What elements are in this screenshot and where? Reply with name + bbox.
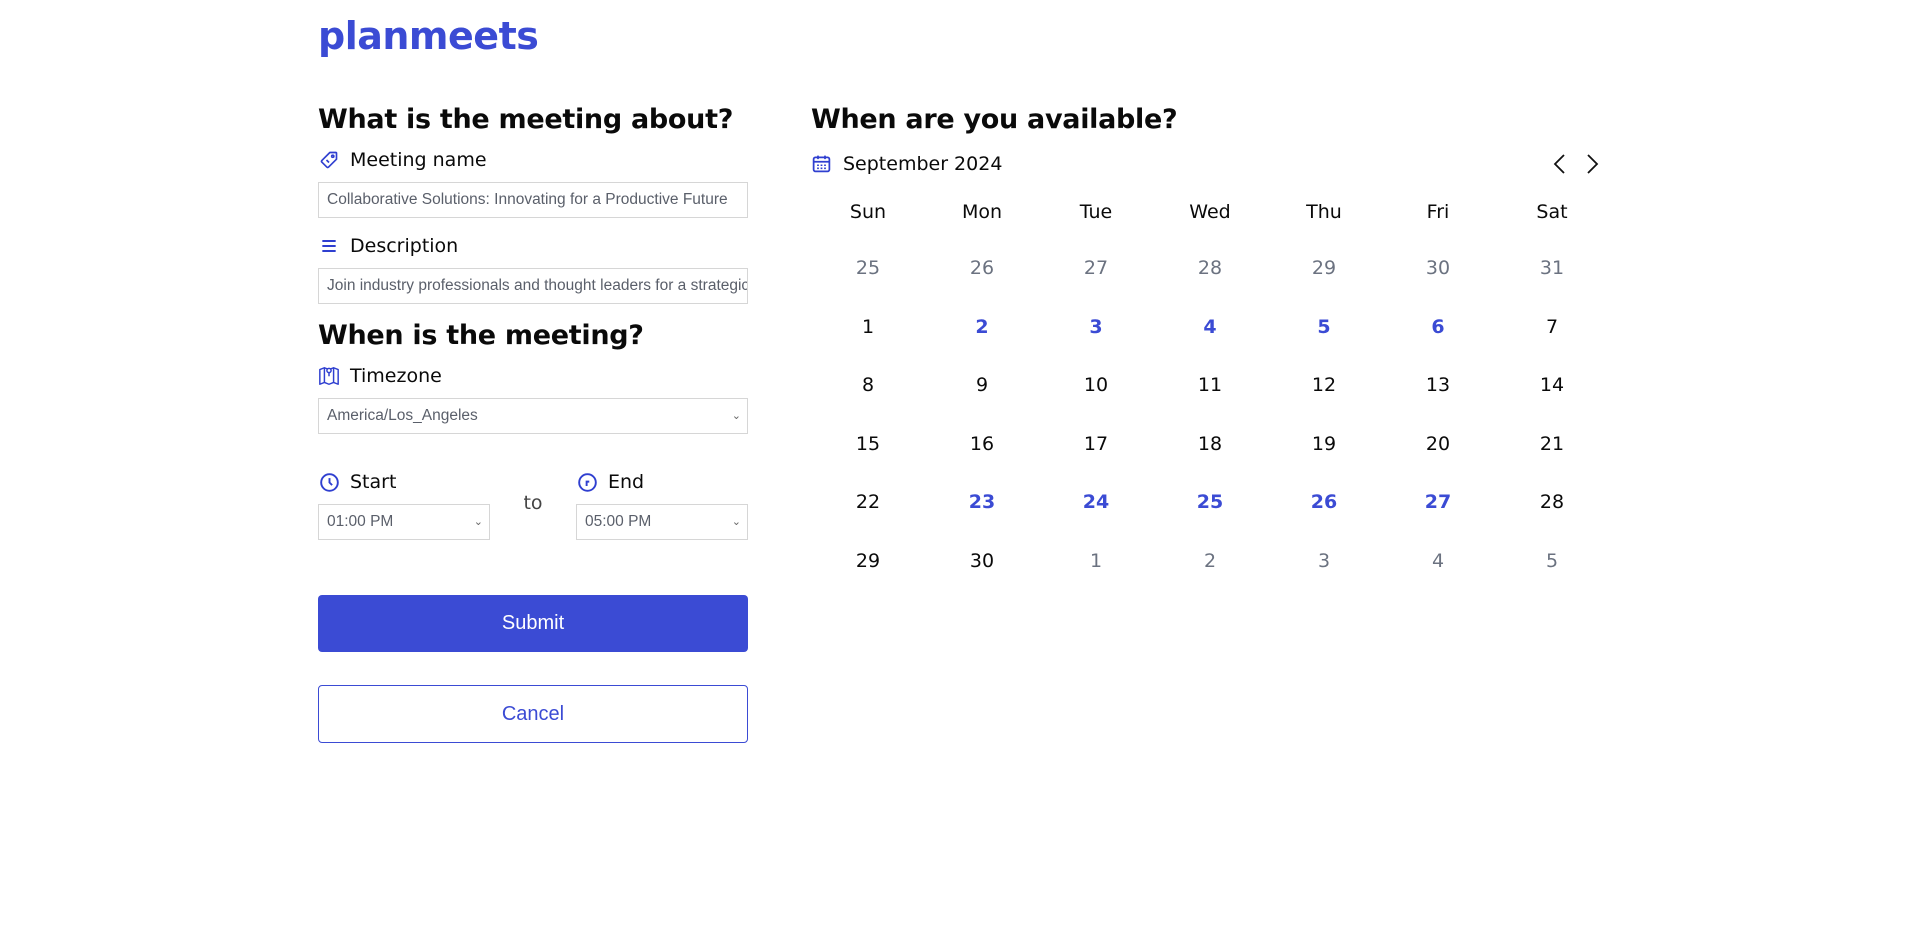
calendar-day[interactable]: 16 — [925, 424, 1039, 483]
calendar-day[interactable]: 19 — [1267, 424, 1381, 483]
calendar-day[interactable]: 8 — [811, 365, 925, 424]
description-label-text: Description — [350, 235, 459, 257]
calendar-day-outside-month[interactable]: 30 — [1381, 248, 1495, 307]
calendar-day-outside-month[interactable]: 28 — [1153, 248, 1267, 307]
submit-button[interactable]: Submit — [318, 595, 748, 652]
month-label: September 2024 — [843, 153, 1003, 175]
meeting-name-label-text: Meeting name — [350, 149, 487, 171]
timezone-label-text: Timezone — [350, 365, 442, 387]
weekday-header: Tue — [1079, 201, 1113, 223]
menu-lines-icon — [318, 235, 340, 257]
calendar-day[interactable]: 13 — [1381, 365, 1495, 424]
calendar-day[interactable]: 30 — [925, 541, 1039, 600]
clock-icon — [318, 471, 340, 493]
clock-icon — [576, 471, 598, 493]
calendar-grid: Sun Mon Tue Wed Thu Fri Sat 25 26 27 28 29 30 31 1 2 3 4 5… — [811, 196, 1606, 599]
timezone-label: Timezone — [318, 362, 748, 390]
calendar-day[interactable]: 12 — [1267, 365, 1381, 424]
time-separator: to — [523, 492, 543, 514]
calendar-day[interactable]: 7 — [1495, 307, 1609, 366]
weekday-header: Fri — [1426, 201, 1450, 223]
calendar-day-outside-month[interactable]: 31 — [1495, 248, 1609, 307]
meeting-name-label: Meeting name — [318, 146, 748, 174]
calendar-day[interactable]: 28 — [1495, 482, 1609, 541]
end-time-value: 05:00 PM — [585, 513, 652, 530]
calendar-day-selected[interactable]: 5 — [1267, 307, 1381, 366]
chevron-left-icon — [1553, 154, 1565, 174]
calendar-day[interactable]: 1 — [811, 307, 925, 366]
start-label-text: Start — [350, 471, 397, 493]
calendar-day-outside-month[interactable]: 3 — [1267, 541, 1381, 600]
calendar-day-outside-month[interactable]: 29 — [1267, 248, 1381, 307]
start-time-value: 01:00 PM — [327, 513, 394, 530]
calendar-day[interactable]: 29 — [811, 541, 925, 600]
calendar-day[interactable]: 17 — [1039, 424, 1153, 483]
availability-section-title: When are you available? — [811, 104, 1178, 135]
calendar-day-selected[interactable]: 6 — [1381, 307, 1495, 366]
month-header: September 2024 — [811, 144, 1606, 184]
calendar-day-outside-month[interactable]: 2 — [1153, 541, 1267, 600]
about-section-title: What is the meeting about? — [318, 104, 734, 135]
weekday-header: Sat — [1536, 201, 1568, 223]
calendar-day[interactable]: 20 — [1381, 424, 1495, 483]
calendar-day-outside-month[interactable]: 27 — [1039, 248, 1153, 307]
tag-icon — [318, 149, 340, 171]
weekday-header: Wed — [1189, 201, 1231, 223]
calendar-day[interactable]: 11 — [1153, 365, 1267, 424]
chevron-down-icon: ⌄ — [731, 516, 741, 528]
cancel-button[interactable]: Cancel — [318, 685, 748, 743]
calendar-day-outside-month[interactable]: 26 — [925, 248, 1039, 307]
calendar-day-selected[interactable]: 25 — [1153, 482, 1267, 541]
timezone-select[interactable]: America/Los_Angeles ⌄ — [318, 398, 748, 434]
end-time-select[interactable]: 05:00 PM ⌄ — [576, 504, 748, 540]
end-label-text: End — [608, 471, 645, 493]
description-input[interactable]: Join industry professionals and thought … — [318, 268, 748, 304]
start-time-group: Start 01:00 PM ⌄ — [318, 468, 490, 540]
calendar-day-outside-month[interactable]: 5 — [1495, 541, 1609, 600]
calendar-day[interactable]: 9 — [925, 365, 1039, 424]
calendar-day-selected[interactable]: 23 — [925, 482, 1039, 541]
weekday-header: Sun — [849, 201, 887, 223]
calendar-day[interactable]: 14 — [1495, 365, 1609, 424]
calendar-day[interactable]: 10 — [1039, 365, 1153, 424]
calendar-day[interactable]: 21 — [1495, 424, 1609, 483]
prev-month-button[interactable] — [1544, 148, 1576, 180]
calendar-day-outside-month[interactable]: 1 — [1039, 541, 1153, 600]
calendar-day-selected[interactable]: 4 — [1153, 307, 1267, 366]
start-label: Start — [318, 468, 490, 496]
timezone-value: America/Los_Angeles — [327, 407, 478, 424]
calendar-day-outside-month[interactable]: 4 — [1381, 541, 1495, 600]
chevron-down-icon: ⌄ — [731, 410, 741, 422]
meeting-name-input[interactable]: Collaborative Solutions: Innovating for … — [318, 182, 748, 218]
calendar-day-selected[interactable]: 2 — [925, 307, 1039, 366]
next-month-button[interactable] — [1576, 148, 1608, 180]
calendar-day-selected[interactable]: 26 — [1267, 482, 1381, 541]
time-range: Start 01:00 PM ⌄ to End 05:00 PM ⌄ — [318, 468, 748, 540]
calendar-day[interactable]: 18 — [1153, 424, 1267, 483]
month-nav — [1544, 148, 1608, 180]
weekday-header: Thu — [1306, 201, 1342, 223]
start-time-select[interactable]: 01:00 PM ⌄ — [318, 504, 490, 540]
calendar-day-selected[interactable]: 24 — [1039, 482, 1153, 541]
availability-panel: When are you available? September 2024 S… — [811, 104, 1606, 599]
description-label: Description — [318, 232, 748, 260]
chevron-right-icon — [1587, 154, 1599, 174]
calendar-day[interactable]: 22 — [811, 482, 925, 541]
chevron-down-icon: ⌄ — [473, 516, 483, 528]
weekday-header: Mon — [961, 201, 1003, 223]
calendar-day-outside-month[interactable]: 25 — [811, 248, 925, 307]
map-pin-icon — [318, 365, 340, 387]
meeting-form: What is the meeting about? Meeting name … — [318, 104, 748, 743]
calendar-day-selected[interactable]: 27 — [1381, 482, 1495, 541]
end-label: End — [576, 468, 748, 496]
end-time-group: End 05:00 PM ⌄ — [576, 468, 748, 540]
calendar-day-selected[interactable]: 3 — [1039, 307, 1153, 366]
calendar-day[interactable]: 15 — [811, 424, 925, 483]
calendar-icon — [811, 153, 833, 175]
when-section-title: When is the meeting? — [318, 320, 644, 351]
brand-logo: planmeets — [318, 14, 539, 58]
